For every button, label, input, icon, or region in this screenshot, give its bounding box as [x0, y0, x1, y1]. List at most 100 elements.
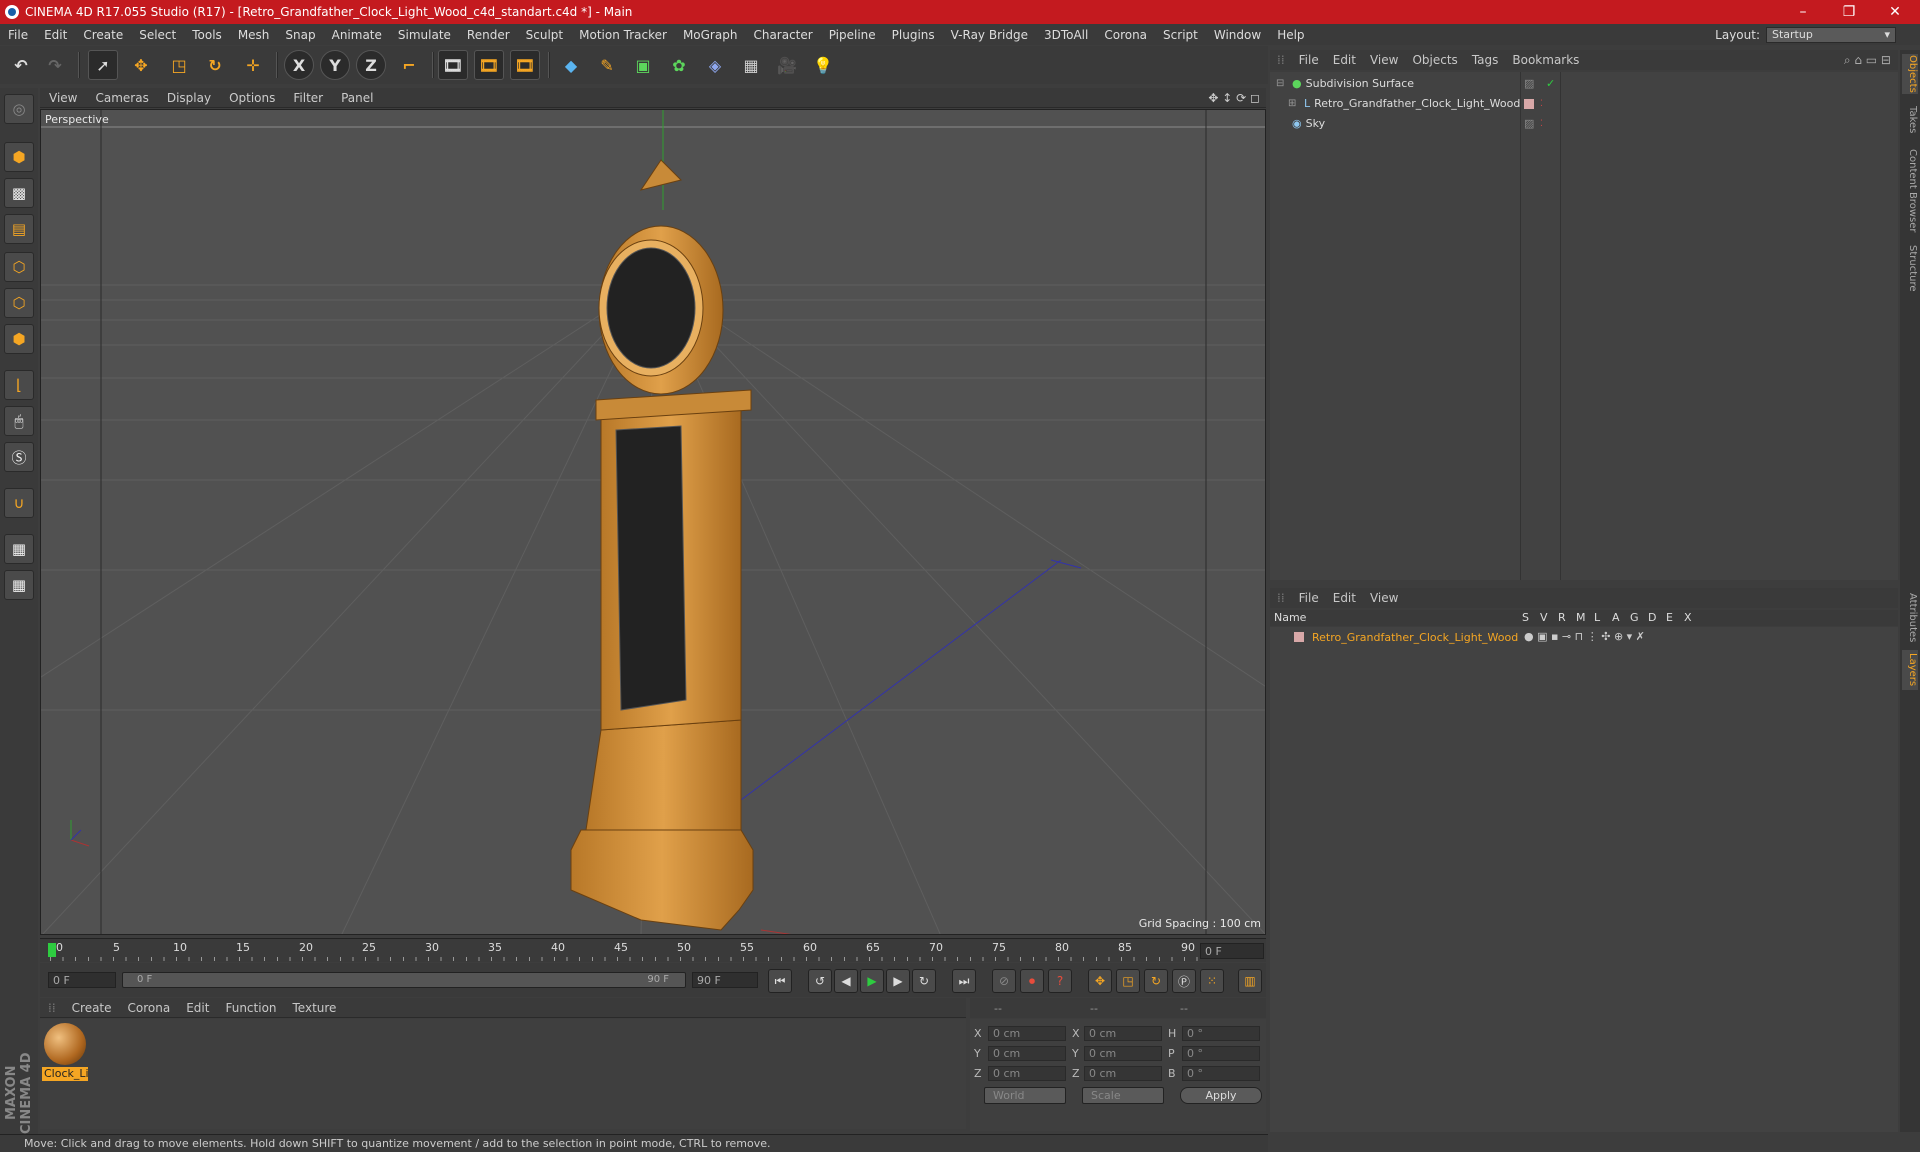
key-scale-icon[interactable]: ◳ [1116, 969, 1140, 993]
layer-color-swatch[interactable] [1524, 98, 1534, 109]
render-settings-icon[interactable]: 🎞 [510, 50, 540, 80]
menu-motion-tracker[interactable]: Motion Tracker [571, 28, 675, 42]
menu-tools[interactable]: Tools [184, 28, 230, 42]
menu-help[interactable]: Help [1269, 28, 1312, 42]
rotation-h-field[interactable]: 0 ° [1182, 1026, 1260, 1041]
rotation-b-field[interactable]: 0 ° [1182, 1066, 1260, 1081]
light-icon[interactable]: 💡 [808, 50, 838, 80]
tab-layers[interactable]: Layers [1902, 650, 1918, 690]
menu-render[interactable]: Render [459, 28, 518, 42]
menu-3dtoall[interactable]: 3DToAll [1036, 28, 1096, 42]
lock-workplane-icon[interactable]: ▦ [4, 534, 34, 564]
viewport-menu-cameras[interactable]: Cameras [86, 91, 157, 105]
maximize-button[interactable]: ❐ [1826, 0, 1872, 24]
key-parameter-icon[interactable]: Ⓟ [1172, 969, 1196, 993]
key-rotation-icon[interactable]: ↻ [1144, 969, 1168, 993]
menu-snap[interactable]: Snap [277, 28, 323, 42]
render-picture-viewer-icon[interactable]: 🎞 [474, 50, 504, 80]
previous-key-icon[interactable]: ↺ [808, 969, 832, 993]
playhead-marker[interactable] [48, 943, 56, 957]
object-menu-view[interactable]: View [1363, 53, 1405, 67]
menu-create[interactable]: Create [75, 28, 131, 42]
object-manager-search-icon[interactable]: ⌕ ⌂ ▭ ⊟ [1837, 53, 1898, 68]
key-position-icon[interactable]: ✥ [1088, 969, 1112, 993]
key-pla-icon[interactable]: ⁙ [1200, 969, 1224, 993]
tab-content-browser[interactable]: Content Browser [1902, 146, 1918, 236]
timeline-window-icon[interactable]: ▥ [1238, 969, 1262, 993]
tweak-mode-icon[interactable]: 🖱 [4, 406, 34, 436]
layer-menu-view[interactable]: View [1363, 591, 1405, 605]
select-arrow-icon[interactable]: ➚ [88, 50, 118, 80]
object-row[interactable]: ⊞ L Retro_Grandfather_Clock_Light_Wood ⁚ [1270, 94, 1898, 113]
subdivision-surface-icon[interactable]: ▣ [628, 50, 658, 80]
floor-icon[interactable]: ▦ [736, 50, 766, 80]
edges-mode-icon[interactable]: ⬡ [4, 288, 34, 318]
material-name[interactable]: Clock_Li [42, 1067, 89, 1081]
3d-viewport[interactable]: Perspective Grid Spacing : 100 cm [40, 109, 1266, 935]
move-tool-icon[interactable]: ✥ [126, 50, 156, 80]
object-row[interactable]: ⊟ ● Subdivision Surface ▨ ✓ [1270, 74, 1898, 93]
auto-keying-icon[interactable]: ⏺ [1020, 969, 1044, 993]
menu-vray-bridge[interactable]: V-Ray Bridge [943, 28, 1036, 42]
material-menu-function[interactable]: Function [217, 1001, 284, 1015]
position-z-field[interactable]: 0 cm [988, 1066, 1066, 1081]
expand-icon[interactable]: ⊞ [1288, 98, 1300, 109]
coordinate-system-icon[interactable]: ⌐ [394, 50, 424, 80]
tab-objects[interactable]: Objects [1902, 54, 1918, 94]
menu-mograph[interactable]: MoGraph [675, 28, 746, 42]
menu-mesh[interactable]: Mesh [230, 28, 278, 42]
tab-takes[interactable]: Takes [1902, 102, 1918, 138]
workplane-mode-icon[interactable]: ▤ [4, 214, 34, 244]
size-x-field[interactable]: 0 cm [1084, 1026, 1162, 1041]
tab-structure[interactable]: Structure [1902, 242, 1918, 294]
go-to-start-icon[interactable]: ⏮ [768, 969, 792, 993]
menu-file[interactable]: File [0, 28, 36, 42]
object-menu-tags[interactable]: Tags [1465, 53, 1506, 67]
object-menu-edit[interactable]: Edit [1326, 53, 1363, 67]
camera-icon[interactable]: 🎥 [772, 50, 802, 80]
coordinate-space-dropdown[interactable]: World [984, 1087, 1066, 1104]
texture-mode-icon[interactable]: ▩ [4, 178, 34, 208]
position-x-field[interactable]: 0 cm [988, 1026, 1066, 1041]
menu-character[interactable]: Character [745, 28, 820, 42]
end-frame-field[interactable]: 90 F [692, 972, 758, 988]
render-view-icon[interactable]: 🎞 [438, 50, 468, 80]
viewport-menu-panel[interactable]: Panel [332, 91, 382, 105]
axis-mode-icon[interactable]: ⌊ [4, 370, 34, 400]
object-row[interactable]: ◉ Sky ▨ ⁚ [1270, 114, 1898, 133]
viewport-menu-view[interactable]: View [40, 91, 86, 105]
timeline-ruler[interactable]: 0 5 10 15 20 25 30 35 40 45 50 55 60 65 … [40, 938, 1266, 962]
previous-frame-icon[interactable]: ◀ [834, 969, 858, 993]
object-menu-objects[interactable]: Objects [1405, 53, 1464, 67]
material-menu-texture[interactable]: Texture [285, 1001, 345, 1015]
cloner-icon[interactable]: ✿ [664, 50, 694, 80]
menu-edit[interactable]: Edit [36, 28, 75, 42]
layout-dropdown[interactable]: Startup ▾ [1766, 26, 1896, 43]
record-keys-icon[interactable]: ⊘ [992, 969, 1016, 993]
rotation-p-field[interactable]: 0 ° [1182, 1046, 1260, 1061]
start-frame-field[interactable]: 0 F [48, 972, 116, 988]
next-frame-icon[interactable]: ▶ [886, 969, 910, 993]
menu-select[interactable]: Select [131, 28, 184, 42]
redo-icon[interactable]: ↷ [40, 50, 70, 80]
z-axis-lock-button[interactable]: Z [356, 50, 386, 80]
scale-tool-icon[interactable]: ◳ [164, 50, 194, 80]
planar-workplane-icon[interactable]: ▦ [4, 570, 34, 600]
collapse-icon[interactable]: ⊟ [1276, 78, 1288, 89]
menu-simulate[interactable]: Simulate [390, 28, 459, 42]
go-to-end-icon[interactable]: ⏭ [952, 969, 976, 993]
menu-pipeline[interactable]: Pipeline [821, 28, 884, 42]
points-mode-icon[interactable]: ⬡ [4, 252, 34, 282]
layer-menu-file[interactable]: File [1292, 591, 1326, 605]
deformer-icon[interactable]: ◈ [700, 50, 730, 80]
size-y-field[interactable]: 0 cm [1084, 1046, 1162, 1061]
visibility-dots-icon[interactable]: ▨ [1524, 77, 1534, 90]
object-menu-file[interactable]: File [1292, 53, 1326, 67]
viewport-menu-options[interactable]: Options [220, 91, 284, 105]
menu-script[interactable]: Script [1155, 28, 1206, 42]
layer-toggle-icons[interactable]: ● ▣ ▪ ⊸ ⊓ ⋮ ✣ ⊕ ▾ ✗ [1524, 630, 1645, 643]
material-preview-swatch[interactable] [44, 1023, 86, 1065]
visibility-dots-icon[interactable]: ▨ [1524, 117, 1534, 130]
snap-icon[interactable]: Ⓢ [4, 442, 34, 472]
play-icon[interactable]: ▶ [860, 969, 884, 993]
